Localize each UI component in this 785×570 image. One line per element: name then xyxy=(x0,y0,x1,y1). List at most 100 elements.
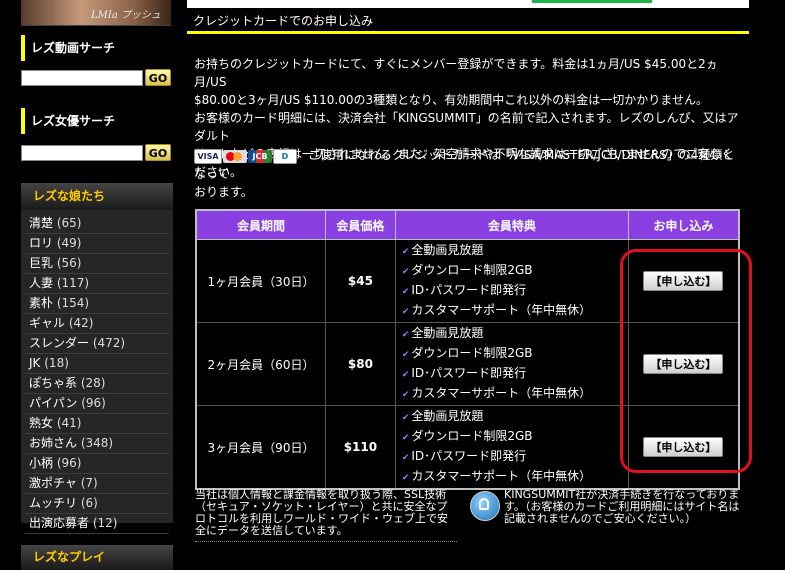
benefit-item: ✔ 全動画見放題 xyxy=(401,409,484,423)
category-count: (12) xyxy=(92,516,118,530)
category-count: (472) xyxy=(92,336,126,350)
actress-search-go-button[interactable]: GO xyxy=(145,144,171,161)
header-benefits: 会員特典 xyxy=(394,209,629,240)
diners-card-icon: D xyxy=(273,148,297,164)
benefit-item: ✔ 全動画見放題 xyxy=(401,243,484,257)
category-item[interactable]: 激ポチャ (7) xyxy=(25,474,169,494)
category-item[interactable]: 小柄 (96) xyxy=(25,454,169,474)
check-icon: ✔ xyxy=(401,330,410,340)
category-item[interactable]: 素朴 (154) xyxy=(25,294,169,314)
ssl-notice: 当社は個人情報と課金情報を取り扱う際、SSL技術（セキュア・ソケット・レイヤー）… xyxy=(195,489,457,542)
play-category-heading: レズなプレイ xyxy=(21,545,173,570)
category-name: ぽちゃ系 xyxy=(29,376,78,390)
category-name: JK xyxy=(29,356,41,370)
plan-benefits: ✔ 全動画見放題 ✔ ダウンロード制限2GB ✔ ID･パスワード即発行 ✔ カスタマー… xyxy=(394,322,629,406)
check-icon: ✔ xyxy=(401,453,410,463)
benefit-item: ✔ 全動画見放題 xyxy=(401,326,484,340)
check-icon: ✔ xyxy=(401,433,410,443)
cards-text-cont: おります。 xyxy=(194,184,253,199)
card-logos: VISA JCB D xyxy=(194,147,298,165)
plan-period: 2ヶ月会員（60日） xyxy=(195,322,326,406)
video-search-go-button[interactable]: GO xyxy=(145,69,171,86)
category-name: 素朴 xyxy=(29,296,54,310)
plan-period: 1ヶ月会員（30日） xyxy=(195,239,326,323)
visa-card-icon: VISA xyxy=(194,148,222,164)
category-name: スレンダー xyxy=(29,336,90,350)
plan-price: $45 xyxy=(325,239,396,323)
apply-cell: 【申し込む】 xyxy=(627,239,740,323)
sidebar-banner-image[interactable]: LMIa プッシュ xyxy=(21,0,171,26)
intro-line: お持ちのクレジットカードにて、すぐにメンバー登録ができます。料金は1ヵ月/US … xyxy=(194,57,718,89)
category-name: パイパン xyxy=(29,396,78,410)
category-count: (18) xyxy=(44,356,69,370)
category-name: 熟女 xyxy=(29,416,54,430)
category-item[interactable]: 出演応募者 (12) xyxy=(25,514,169,534)
main-content: クレジットカードでのお申し込み お持ちのクレジットカードにて、すぐにメンバー登録… xyxy=(187,0,752,562)
category-panel: レズな娘たち 清楚 (65) ロリ (49) 巨乳 (56) 人妻 (117) … xyxy=(21,183,173,534)
table-row: 2ヶ月会員（60日） $80 ✔ 全動画見放題 ✔ ダウンロード制限2GB ✔ ID･… xyxy=(195,322,740,406)
check-icon: ✔ xyxy=(401,413,410,423)
plan-table: 会員期間 会員価格 会員特典 お申し込み 1ヶ月会員（30日） $45 ✔ 全動画… xyxy=(195,209,740,490)
video-search-form: GO xyxy=(21,69,173,89)
category-name: ギャル xyxy=(29,316,66,330)
category-name: 清楚 xyxy=(29,216,54,230)
benefit-item: ✔ ID･パスワード即発行 xyxy=(401,366,527,380)
category-count: (348) xyxy=(80,436,114,450)
category-name: ムッチリ xyxy=(29,496,78,510)
category-item[interactable]: 人妻 (117) xyxy=(25,274,169,294)
actress-search-heading: レズ女優サーチ xyxy=(21,108,171,134)
mastercard-icon xyxy=(223,149,247,163)
category-name: 小柄 xyxy=(29,456,54,470)
check-icon: ✔ xyxy=(401,370,410,380)
category-list: 清楚 (65) ロリ (49) 巨乳 (56) 人妻 (117) 素朴 (154… xyxy=(21,210,173,534)
category-item[interactable]: ギャル (42) xyxy=(25,314,169,334)
category-count: (49) xyxy=(56,236,82,250)
intro-line: $80.00と3ヶ月/US $110.00の3種類となり、有効期間中これ以外の料… xyxy=(194,93,708,107)
apply-button-2month[interactable]: 【申し込む】 xyxy=(643,354,724,374)
check-icon: ✔ xyxy=(401,390,410,400)
benefit-item: ✔ ダウンロード制限2GB xyxy=(401,429,533,443)
category-count: (7) xyxy=(80,476,98,490)
table-row: 1ヶ月会員（30日） $45 ✔ 全動画見放題 ✔ ダウンロード制限2GB ✔ ID･… xyxy=(195,239,740,323)
apply-cell: 【申し込む】 xyxy=(627,405,740,490)
billing-notice: KINGSUMMIT社が決済手続きを行なっております。（お客様のカードご利用明細… xyxy=(470,489,742,525)
plan-period: 3ヶ月会員（90日） xyxy=(195,405,326,490)
check-icon: ✔ xyxy=(401,247,410,257)
check-icon: ✔ xyxy=(401,350,410,360)
intro-line: お客様のカード明細には、決済会社「KINGSUMMIT」の名前で記入されます。レ… xyxy=(194,111,739,143)
billing-notice-text: KINGSUMMIT社が決済手続きを行なっております。（お客様のカードご利用明細… xyxy=(504,488,740,525)
check-icon: ✔ xyxy=(401,267,410,277)
apply-button-1month[interactable]: 【申し込む】 xyxy=(643,271,724,291)
category-item[interactable]: ぽちゃ系 (28) xyxy=(25,374,169,394)
category-count: (56) xyxy=(56,256,82,270)
category-item[interactable]: ムッチリ (6) xyxy=(25,494,169,514)
header-apply: お申し込み xyxy=(627,209,740,240)
category-count: (41) xyxy=(56,416,82,430)
category-item[interactable]: パイパン (96) xyxy=(25,394,169,414)
plan-price: $80 xyxy=(325,322,396,406)
video-search-input[interactable] xyxy=(21,70,143,86)
category-count: (65) xyxy=(56,216,82,230)
benefit-item: ✔ ID･パスワード即発行 xyxy=(401,449,527,463)
actress-search-input[interactable] xyxy=(21,145,143,161)
category-item[interactable]: JK (18) xyxy=(25,354,169,374)
category-count: (42) xyxy=(68,316,94,330)
category-item[interactable]: 熟女 (41) xyxy=(25,414,169,434)
green-bar xyxy=(532,0,652,3)
sidebar: LMIa プッシュ レズ動画サーチ GO レズ女優サーチ GO レズな娘たち 清… xyxy=(21,0,173,570)
category-item[interactable]: お姉さん (348) xyxy=(25,434,169,454)
category-item[interactable]: 巨乳 (56) xyxy=(25,254,169,274)
check-icon: ✔ xyxy=(401,473,410,483)
category-item[interactable]: ロリ (49) xyxy=(25,234,169,254)
banner-text: LMIa プッシュ xyxy=(91,10,161,21)
benefit-item: ✔ ダウンロード制限2GB xyxy=(401,263,533,277)
category-count: (96) xyxy=(81,396,106,410)
category-name: ロリ xyxy=(29,236,54,250)
category-name: 人妻 xyxy=(29,276,54,290)
category-item[interactable]: 清楚 (65) xyxy=(25,214,169,234)
category-item[interactable]: スレンダー (472) xyxy=(25,334,169,354)
apply-button-3month[interactable]: 【申し込む】 xyxy=(643,437,724,457)
video-search-heading: レズ動画サーチ xyxy=(21,35,171,61)
plan-benefits: ✔ 全動画見放題 ✔ ダウンロード制限2GB ✔ ID･パスワード即発行 ✔ カスタマー… xyxy=(394,405,629,490)
category-count: (6) xyxy=(80,496,98,510)
